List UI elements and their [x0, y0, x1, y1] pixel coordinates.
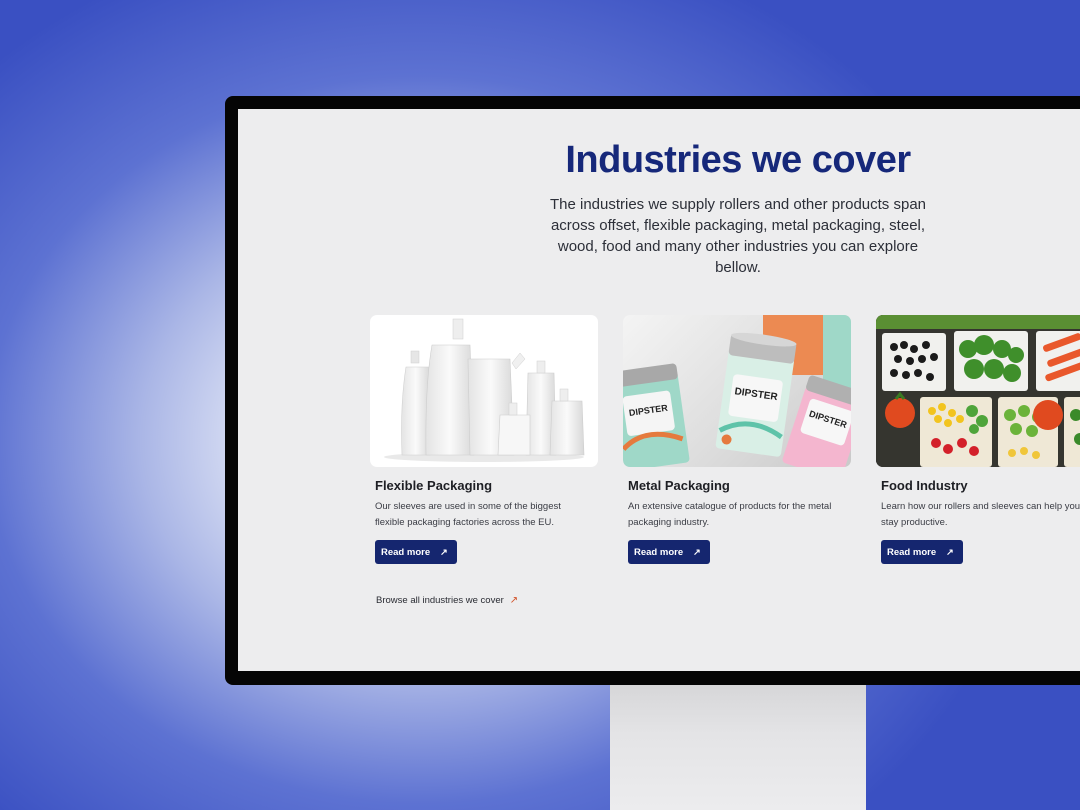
browse-link-label: Browse all industries we cover	[376, 595, 504, 606]
button-label: Read more	[381, 546, 431, 558]
industry-card-food-industry: Food Industry Learn how our rollers and …	[876, 315, 1080, 564]
arrow-up-right-icon: ↗	[693, 546, 701, 557]
industry-card-flexible-packaging: Flexible Packaging Our sleeves are used …	[370, 315, 598, 564]
read-more-button[interactable]: Read more ↗	[881, 540, 963, 564]
arrow-up-right-icon: ↗	[440, 546, 448, 557]
card-title: Food Industry	[881, 478, 968, 493]
read-more-button[interactable]: Read more ↗	[628, 540, 710, 564]
spout-pouches-image	[370, 315, 598, 467]
arrow-up-right-icon: ↗	[509, 595, 519, 606]
card-title: Flexible Packaging	[375, 478, 493, 493]
card-title: Metal Packaging	[628, 478, 730, 493]
monitor-stand	[610, 684, 866, 810]
button-label: Read more	[634, 546, 684, 558]
website-screen: Industries we cover The industries we su…	[238, 109, 1080, 671]
section-subtitle: The industries we supply rollers and oth…	[549, 196, 927, 276]
arrow-up-right-icon: ↗	[946, 546, 954, 557]
browse-all-industries-link[interactable]: Browse all industries we cover ↗	[376, 595, 518, 606]
read-more-button[interactable]: Read more ↗	[375, 540, 457, 564]
vegetable-platter-image	[876, 315, 1080, 467]
card-description: An extensive catalogue of products for t…	[628, 501, 832, 528]
card-description: Learn how our rollers and sleeves can he…	[881, 501, 1080, 528]
button-label: Read more	[887, 546, 937, 558]
card-description: Our sleeves are used in some of the bigg…	[375, 501, 561, 528]
metal-tins-image: DIPSTER DIPSTER DIPSTER	[623, 315, 851, 467]
industry-card-metal-packaging: DIPSTER DIPSTER DIPSTER Metal Packaging …	[623, 315, 851, 564]
section-title: Industries we cover	[565, 139, 911, 181]
